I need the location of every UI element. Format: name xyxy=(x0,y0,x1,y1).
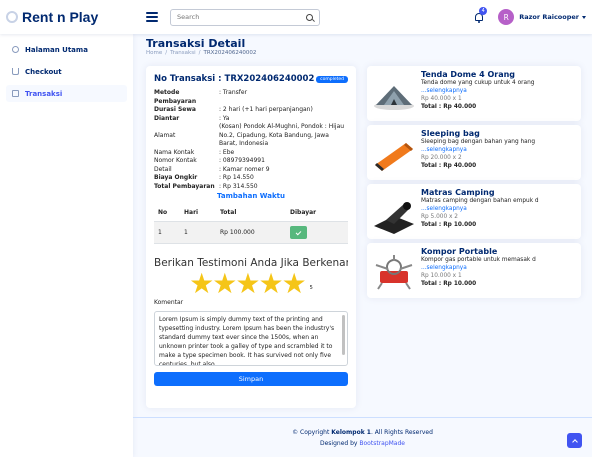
read-more-link[interactable]: ...selengkapnya xyxy=(421,87,576,95)
star-icon[interactable]: ★ xyxy=(235,270,260,298)
bag-icon xyxy=(12,90,19,97)
designed-by: Designed by BootstrapMade xyxy=(319,440,405,447)
info-row: Nama Kontak: Ebe xyxy=(154,148,235,156)
star-icon[interactable]: ★ xyxy=(212,270,237,298)
info-row: Diantar: Ya xyxy=(154,114,230,122)
stove-icon xyxy=(375,255,413,290)
breadcrumb-current: TRX202406240002 xyxy=(203,50,257,56)
rating-value: 5 xyxy=(309,285,313,291)
star-icon[interactable]: ★ xyxy=(258,270,283,298)
komentar-label: Komentar xyxy=(154,299,184,306)
star-icon[interactable]: ★ xyxy=(282,270,307,298)
logo-icon xyxy=(6,11,18,23)
sidebar-item-halaman-utama[interactable]: Halaman Utama xyxy=(6,41,127,58)
table-header: Hari xyxy=(180,204,216,222)
product-total: Total : Rp 40.000 xyxy=(421,104,477,110)
breadcrumb-home[interactable]: Home xyxy=(146,50,162,56)
menu-toggle-icon[interactable] xyxy=(146,12,158,22)
back-to-top-button[interactable] xyxy=(567,433,582,448)
product-card[interactable]: Sleeping bag Sleeping bag dengan bahan y… xyxy=(367,125,581,180)
product-total: Total : Rp 10.000 xyxy=(421,281,477,287)
bell-icon[interactable]: 4 xyxy=(474,6,488,23)
breadcrumb-transaksi[interactable]: Transaksi xyxy=(170,50,195,56)
tambahan-waktu-title: Tambahan Waktu xyxy=(217,192,285,200)
sidebar-item-label: Transaksi xyxy=(25,89,63,98)
breadcrumb-separator: / xyxy=(198,50,201,56)
footer: © Copyright Kelompok 1. All Rights Reser… xyxy=(133,417,592,457)
save-button[interactable]: Simpan xyxy=(154,372,348,386)
cart-icon xyxy=(12,68,19,75)
product-description: Kompor gas portable untuk memasak d xyxy=(421,257,536,263)
read-more-link[interactable]: ...selengkapnya xyxy=(421,264,576,272)
breadcrumb: Home / Transaksi / TRX202406240002 xyxy=(146,50,256,56)
table-row: 1 1 Rp 100.000 xyxy=(154,221,348,244)
product-card[interactable]: Matras Camping Matras camping dengan bah… xyxy=(367,184,581,239)
tambahan-waktu-table: No Hari Total Dibayar 1 1 Rp 100.000 xyxy=(154,204,348,244)
product-description: Matras camping dengan bahan empuk d xyxy=(421,198,539,204)
copyright: © Copyright Kelompok 1. All Rights Reser… xyxy=(292,429,433,436)
avatar[interactable]: R xyxy=(498,9,515,25)
sidebar-item-checkout[interactable]: Checkout xyxy=(6,63,127,80)
star-icon[interactable]: ★ xyxy=(189,270,214,298)
star-rating[interactable]: ★ ★ ★ ★ ★ 5 xyxy=(154,270,348,298)
sidebar-item-transaksi[interactable]: Transaksi xyxy=(6,85,127,102)
transaction-card: No Transaksi : TRX202406240002 completed… xyxy=(146,66,356,408)
product-qty: Rp 10.000 x 1 xyxy=(421,273,462,279)
info-row-address: Alamat (Kosan) Pondok Al-Mughni, Pondok :… xyxy=(154,123,345,147)
product-name[interactable]: Sleeping bag xyxy=(421,129,576,138)
transaction-number: TRX202406240002 xyxy=(224,74,315,84)
scrollbar[interactable] xyxy=(342,315,345,355)
table-header: No xyxy=(154,204,180,222)
product-card[interactable]: Tenda Dome 4 Orang Tenda dome yang cukup… xyxy=(367,66,581,121)
info-row: Metode Pembayaran: Transfer xyxy=(154,89,248,105)
designer-link[interactable]: BootstrapMade xyxy=(359,440,405,447)
product-name[interactable]: Tenda Dome 4 Orang xyxy=(421,70,576,79)
page-title: Transaksi Detail xyxy=(146,37,246,50)
sidebar-item-label: Checkout xyxy=(25,67,62,76)
transaction-info: Metode Pembayaran: Transfer Durasi Sewa:… xyxy=(154,89,348,191)
sleeping-bag-icon xyxy=(375,143,413,171)
product-description: Sleeping bag dengan bahan yang hang xyxy=(421,139,536,145)
tent-icon xyxy=(374,86,414,110)
product-qty: Rp 20.000 x 2 xyxy=(421,155,462,161)
search-bar xyxy=(170,8,320,26)
breadcrumb-separator: / xyxy=(165,50,168,56)
paid-check-icon[interactable] xyxy=(290,226,307,239)
info-row: Nomor Kontak: 08979394991 xyxy=(154,157,265,164)
table-header: Dibayar xyxy=(286,204,348,222)
info-row: Detail: Kamar nomer 9 xyxy=(154,165,270,173)
mat-icon xyxy=(374,202,414,234)
read-more-link[interactable]: ...selengkapnya xyxy=(421,146,576,154)
product-qty: Rp 40.000 x 1 xyxy=(421,96,462,102)
user-name[interactable]: Razor Raicooper xyxy=(519,13,579,21)
read-more-link[interactable]: ...selengkapnya xyxy=(421,205,576,213)
sidebar-item-label: Halaman Utama xyxy=(25,45,88,54)
transaction-title: No Transaksi : TRX202406240002 xyxy=(154,74,315,84)
notification-badge: 4 xyxy=(479,6,488,15)
product-name[interactable]: Kompor Portable xyxy=(421,247,576,256)
product-total: Total : Rp 10.000 xyxy=(421,222,477,228)
header: Rent n Play 4 R Razor Raicooper xyxy=(0,0,592,34)
logo[interactable]: Rent n Play xyxy=(6,9,134,25)
arrow-up-icon xyxy=(571,438,578,445)
product-total: Total : Rp 40.000 xyxy=(421,163,477,169)
komentar-text: Lorem Ipsum is simply dummy text of the … xyxy=(159,316,335,366)
info-row: Durasi Sewa: 2 hari (+1 hari perpanjanga… xyxy=(154,106,313,113)
komentar-textarea[interactable]: Lorem Ipsum is simply dummy text of the … xyxy=(154,311,348,366)
info-row: Biaya Ongkir: Rp 14.550 xyxy=(154,174,254,181)
product-name[interactable]: Matras Camping xyxy=(421,188,576,197)
product-qty: Rp 5.000 x 2 xyxy=(421,214,458,220)
product-card[interactable]: Kompor Portable Kompor gas portable untu… xyxy=(367,243,581,298)
status-badge: completed xyxy=(316,75,348,83)
home-icon xyxy=(12,46,19,53)
table-header: Total xyxy=(216,204,286,222)
search-icon[interactable] xyxy=(306,13,313,21)
search-input[interactable] xyxy=(177,13,287,21)
sidebar: Halaman Utama Checkout Transaksi xyxy=(0,34,133,457)
product-description: Tenda dome yang cukup untuk 4 orang xyxy=(421,80,535,86)
chevron-down-icon[interactable] xyxy=(582,15,586,19)
logo-text: Rent n Play xyxy=(22,9,99,25)
info-row: Total Pembayaran: Rp 314.550 xyxy=(154,182,258,190)
